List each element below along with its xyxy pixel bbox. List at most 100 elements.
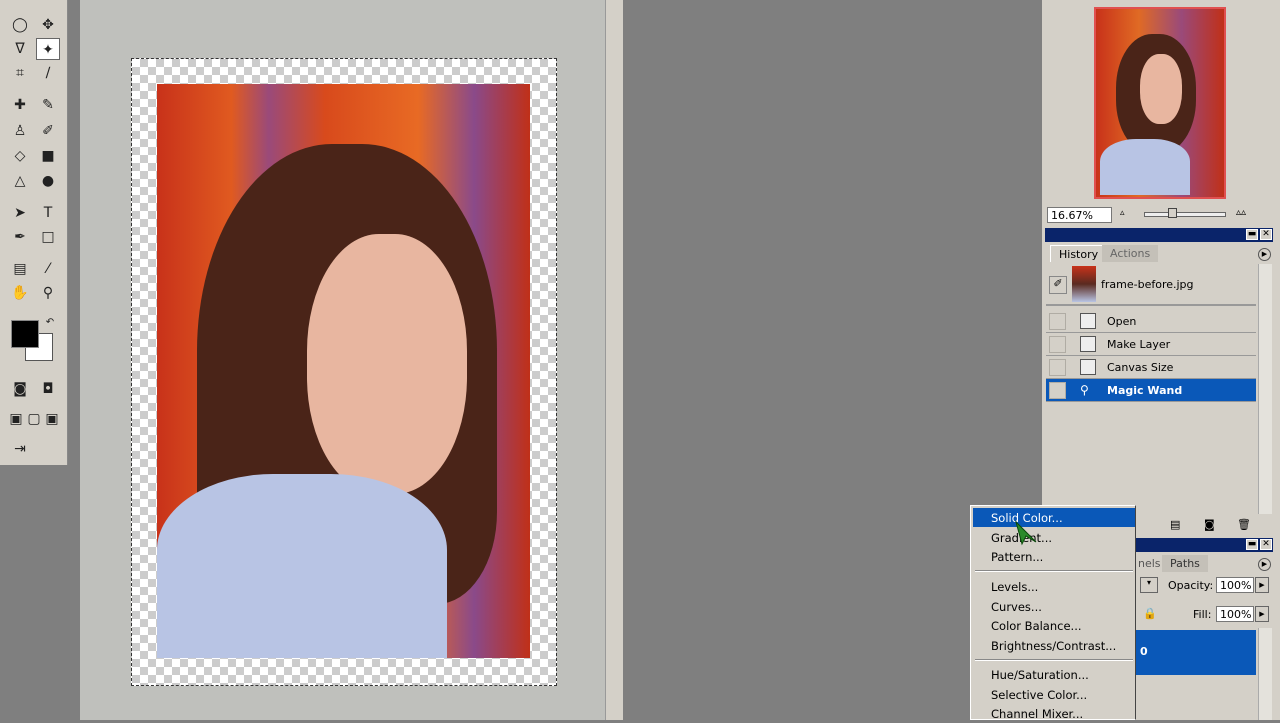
menu-item-hue-saturation[interactable]: Hue/Saturation... xyxy=(973,665,1135,684)
menu-separator xyxy=(975,570,1133,572)
menu-item-pattern[interactable]: Pattern... xyxy=(973,547,1135,566)
clone-stamp-icon[interactable]: ♙ xyxy=(8,120,32,142)
history-state-icon xyxy=(1080,336,1096,352)
thumb-shirt xyxy=(1100,139,1190,195)
mouse-cursor-icon xyxy=(1015,520,1037,546)
tab-paths[interactable]: Paths xyxy=(1162,555,1208,572)
history-source-checkbox[interactable] xyxy=(1049,359,1066,376)
eraser-icon[interactable]: ◇ xyxy=(8,145,32,167)
menu-item-color-balance[interactable]: Color Balance... xyxy=(973,616,1135,635)
snapshot-label: frame-before.jpg xyxy=(1101,278,1194,291)
history-item-label: Make Layer xyxy=(1107,338,1171,351)
photo-image[interactable] xyxy=(157,84,530,658)
toolbox: ◯ ✥ ᐁ ✦ ⌗ ∕ ✚ ✎ ♙ ✐ ◇ ■ △ ● ➤ T ✒ □ ▤ ⁄ … xyxy=(0,0,68,465)
vertical-scrollbar[interactable] xyxy=(605,0,623,720)
opacity-label: Opacity: xyxy=(1168,579,1214,592)
selected-layer-row[interactable]: 0 xyxy=(1136,630,1256,675)
zoom-out-icon[interactable]: ▵ xyxy=(1120,208,1125,218)
notes-icon[interactable]: ▤ xyxy=(8,258,32,280)
jump-to-imageready-icon[interactable]: ⇥ xyxy=(8,438,32,460)
photo-shirt xyxy=(157,474,447,658)
zoom-slider-thumb[interactable] xyxy=(1168,208,1177,218)
history-state-icon xyxy=(1080,313,1096,329)
layers-scrollbar[interactable] xyxy=(1258,628,1272,720)
new-snapshot-icon[interactable]: ◙ xyxy=(1204,518,1215,531)
zoom-icon[interactable]: ⚲ xyxy=(36,282,60,304)
path-selection-icon[interactable]: ➤ xyxy=(8,202,32,224)
layer-name: 0 xyxy=(1140,645,1148,658)
history-brush-source-icon[interactable]: ✐ xyxy=(1049,276,1067,294)
thumb-face xyxy=(1140,54,1182,124)
slice-icon[interactable]: ∕ xyxy=(36,62,60,84)
history-state-icon xyxy=(1080,359,1096,375)
panel-menu-icon[interactable]: ▶ xyxy=(1258,558,1271,571)
minimize-icon[interactable]: ▬ xyxy=(1246,539,1258,550)
gradient-icon[interactable]: ■ xyxy=(36,145,60,167)
fill-arrow-icon[interactable]: ▶ xyxy=(1255,606,1269,622)
history-item-label: Canvas Size xyxy=(1107,361,1174,374)
new-document-icon[interactable]: ▤ xyxy=(1170,518,1180,531)
history-source-checkbox[interactable] xyxy=(1049,382,1066,399)
history-panel-titlebar[interactable]: ▬ ✕ xyxy=(1045,228,1273,242)
history-snapshot[interactable]: ✐ frame-before.jpg xyxy=(1046,264,1256,306)
panel-menu-icon[interactable]: ▶ xyxy=(1258,248,1271,261)
magic-wand-icon: ⚲ xyxy=(1080,383,1089,397)
zoom-slider[interactable] xyxy=(1144,212,1226,217)
eyedropper-icon[interactable]: ⁄ xyxy=(36,258,60,280)
history-scrollbar[interactable] xyxy=(1258,264,1272,514)
menu-item-solid-color[interactable]: Solid Color... xyxy=(973,508,1135,527)
lock-icon[interactable]: 🔒 xyxy=(1143,607,1157,620)
navigator-zoom-field[interactable]: 16.67% xyxy=(1047,207,1112,223)
history-item[interactable]: Open xyxy=(1046,310,1256,333)
minimize-icon[interactable]: ▬ xyxy=(1246,229,1258,240)
history-item-selected[interactable]: ⚲ Magic Wand xyxy=(1046,379,1256,402)
swap-colors-icon[interactable]: ↶ xyxy=(38,312,62,334)
menu-item-curves[interactable]: Curves... xyxy=(973,597,1135,616)
magic-wand-icon[interactable]: ✦ xyxy=(36,38,60,60)
healing-brush-icon[interactable]: ✚ xyxy=(8,94,32,116)
close-icon[interactable]: ✕ xyxy=(1260,229,1272,240)
lasso-icon[interactable]: ᐁ xyxy=(8,38,32,60)
type-tool-icon[interactable]: T xyxy=(36,202,60,224)
blur-icon[interactable]: △ xyxy=(8,170,32,192)
menu-item-channel-mixer[interactable]: Channel Mixer... xyxy=(973,704,1135,723)
menu-item-selective-color[interactable]: Selective Color... xyxy=(973,685,1135,704)
history-brush-icon[interactable]: ✐ xyxy=(36,120,60,142)
menu-item-gradient[interactable]: Gradient... xyxy=(973,528,1135,547)
history-item[interactable]: Make Layer xyxy=(1046,333,1256,356)
rectangle-icon[interactable]: □ xyxy=(36,226,60,248)
move-tool-icon[interactable]: ✥ xyxy=(36,14,60,36)
screen-mode-full-icon[interactable]: ▣ xyxy=(40,408,64,430)
close-icon[interactable]: ✕ xyxy=(1260,539,1272,550)
crop-icon[interactable]: ⌗ xyxy=(8,62,32,84)
history-item-label: Magic Wand xyxy=(1107,384,1183,397)
snapshot-thumbnail xyxy=(1072,266,1096,302)
elliptical-marquee-icon[interactable]: ◯ xyxy=(8,14,32,36)
history-source-checkbox[interactable] xyxy=(1049,313,1066,330)
brush-icon[interactable]: ✎ xyxy=(36,94,60,116)
photo-face xyxy=(307,234,467,494)
navigator-thumbnail[interactable] xyxy=(1094,7,1226,199)
history-item-label: Open xyxy=(1107,315,1137,328)
zoom-in-icon[interactable]: ▵▵ xyxy=(1236,207,1246,218)
adjustment-layer-menu: Solid Color... Gradient... Pattern... Le… xyxy=(970,505,1136,723)
dodge-icon[interactable]: ● xyxy=(36,170,60,192)
history-item[interactable]: Canvas Size xyxy=(1046,356,1256,379)
hand-icon[interactable]: ✋ xyxy=(8,282,32,304)
tab-actions[interactable]: Actions xyxy=(1102,245,1159,262)
menu-item-levels[interactable]: Levels... xyxy=(973,577,1135,596)
foreground-color-swatch[interactable] xyxy=(11,320,39,348)
history-source-checkbox[interactable] xyxy=(1049,336,1066,353)
tab-history[interactable]: History xyxy=(1050,245,1108,262)
opacity-field[interactable]: 100% xyxy=(1216,577,1254,593)
menu-separator xyxy=(975,659,1133,661)
quick-mask-icon[interactable]: ◘ xyxy=(36,378,60,400)
opacity-arrow-icon[interactable]: ▶ xyxy=(1255,577,1269,593)
menu-item-brightness-contrast[interactable]: Brightness/Contrast... xyxy=(973,636,1135,655)
fill-field[interactable]: 100% xyxy=(1216,606,1254,622)
blend-mode-dropdown[interactable]: ▾ xyxy=(1140,577,1158,593)
standard-mode-icon[interactable]: ◙ xyxy=(8,378,32,400)
fill-label: Fill: xyxy=(1193,608,1212,621)
pen-icon[interactable]: ✒ xyxy=(8,226,32,248)
trash-icon[interactable]: 🗑 xyxy=(1237,518,1251,531)
